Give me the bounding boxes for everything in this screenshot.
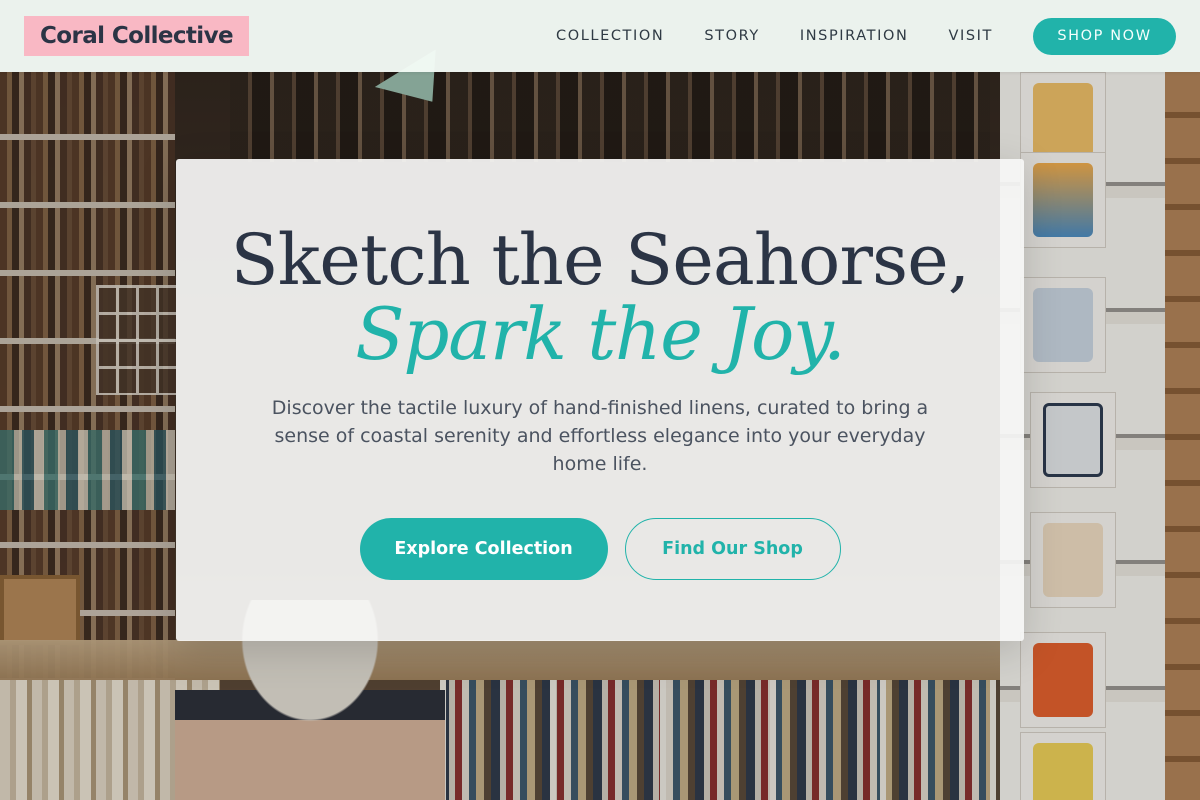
explore-collection-button[interactable]: Explore Collection: [359, 518, 608, 580]
hero-headline: Sketch the Seahorse, Spark the Joy.: [176, 223, 1024, 372]
hero-description: Discover the tactile luxury of hand-fini…: [271, 397, 929, 475]
brand-logo[interactable]: Coral Collective: [24, 16, 249, 56]
site-header: Coral Collective COLLECTION STORY INSPIR…: [0, 0, 1200, 72]
hero-cta-row: Explore Collection Find Our Shop: [176, 518, 1024, 580]
shop-now-button[interactable]: SHOP NOW: [1033, 17, 1176, 55]
nav-item-visit[interactable]: VISIT: [948, 28, 993, 44]
find-our-shop-button[interactable]: Find Our Shop: [624, 518, 841, 580]
main-nav: COLLECTION STORY INSPIRATION VISIT: [556, 28, 993, 44]
headline-accent: Spark the Joy.: [355, 292, 846, 376]
nav-item-inspiration[interactable]: INSPIRATION: [800, 28, 909, 44]
hero-card: Sketch the Seahorse, Spark the Joy. Disc…: [176, 159, 1024, 641]
nav-item-collection[interactable]: COLLECTION: [556, 28, 664, 44]
headline-line-1: Sketch the Seahorse,: [230, 219, 971, 301]
nav-item-story[interactable]: STORY: [704, 28, 759, 44]
